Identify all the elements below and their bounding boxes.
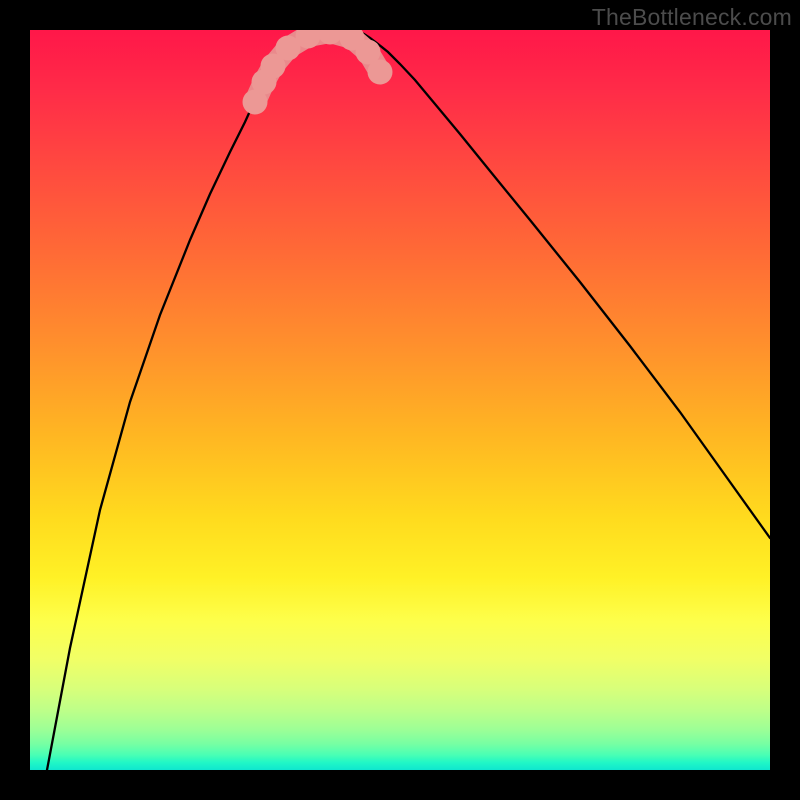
curve-layer: [30, 30, 770, 770]
chart-frame: TheBottleneck.com: [0, 0, 800, 800]
pink-bead: [368, 60, 393, 85]
left-curve: [47, 32, 315, 770]
right-curve: [360, 32, 770, 538]
plot-area: [30, 30, 770, 770]
watermark-text: TheBottleneck.com: [592, 4, 792, 31]
pink-segment-caps: [243, 30, 393, 115]
